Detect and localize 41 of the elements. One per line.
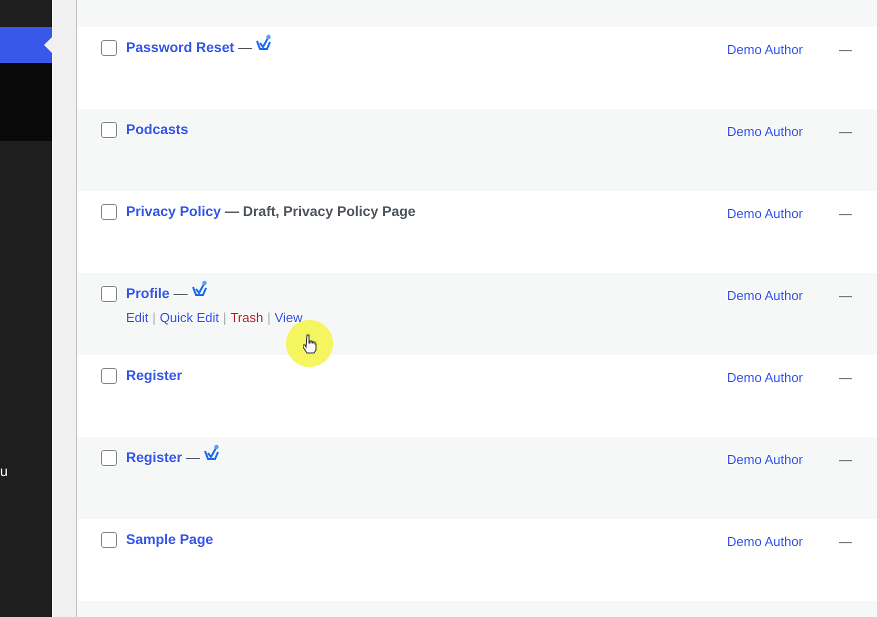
date-text: — (839, 206, 852, 221)
post-state: — Draft, Privacy Policy Page (224, 202, 416, 221)
date-text: — (839, 452, 852, 467)
row-action-link[interactable]: Edit (126, 309, 148, 327)
row-checkbox[interactable] (101, 40, 117, 56)
row-checkbox[interactable] (101, 450, 117, 466)
menu-label[interactable]: u (0, 464, 8, 478)
row-action-link[interactable]: Quick Edit (160, 309, 220, 327)
date-text: — (839, 288, 852, 303)
title-dash: — (238, 38, 252, 57)
date-text: — (839, 42, 852, 57)
row-checkbox[interactable] (101, 368, 117, 384)
title-dash: — (174, 284, 188, 303)
page-title-link[interactable]: Podcasts (126, 119, 188, 139)
author-link[interactable]: Demo Author (727, 42, 803, 57)
date-text: — (839, 534, 852, 549)
author-link[interactable]: Demo Author (727, 534, 803, 549)
row-checkbox[interactable] (101, 122, 117, 138)
hand-cursor-icon (302, 334, 316, 354)
author-link[interactable]: Demo Author (727, 124, 803, 139)
author-link[interactable]: Demo Author (727, 452, 803, 467)
author-link[interactable]: Demo Author (727, 288, 803, 303)
page-title-link[interactable]: Profile (126, 283, 170, 303)
page-title-link[interactable]: Password Reset (126, 37, 234, 57)
row-checkbox[interactable] (101, 532, 117, 548)
page-title-link[interactable]: Register (126, 447, 182, 467)
author-link[interactable]: Demo Author (727, 206, 803, 221)
title-dash: — (186, 448, 200, 467)
author-link[interactable]: Demo Author (727, 370, 803, 385)
date-text: — (839, 124, 852, 139)
row-checkbox[interactable] (101, 204, 117, 220)
action-separator: | (222, 309, 228, 327)
date-text: — (839, 370, 852, 385)
action-separator: | (151, 309, 157, 327)
active-menu-item[interactable] (0, 27, 52, 63)
page-title-link[interactable]: Sample Page (126, 529, 214, 549)
page-title-link[interactable]: Register (126, 365, 182, 385)
row-checkbox[interactable] (101, 286, 117, 302)
row-action-link[interactable]: Trash (230, 309, 264, 327)
page-title-link[interactable]: Privacy Policy (126, 201, 221, 221)
action-separator: | (266, 309, 272, 327)
